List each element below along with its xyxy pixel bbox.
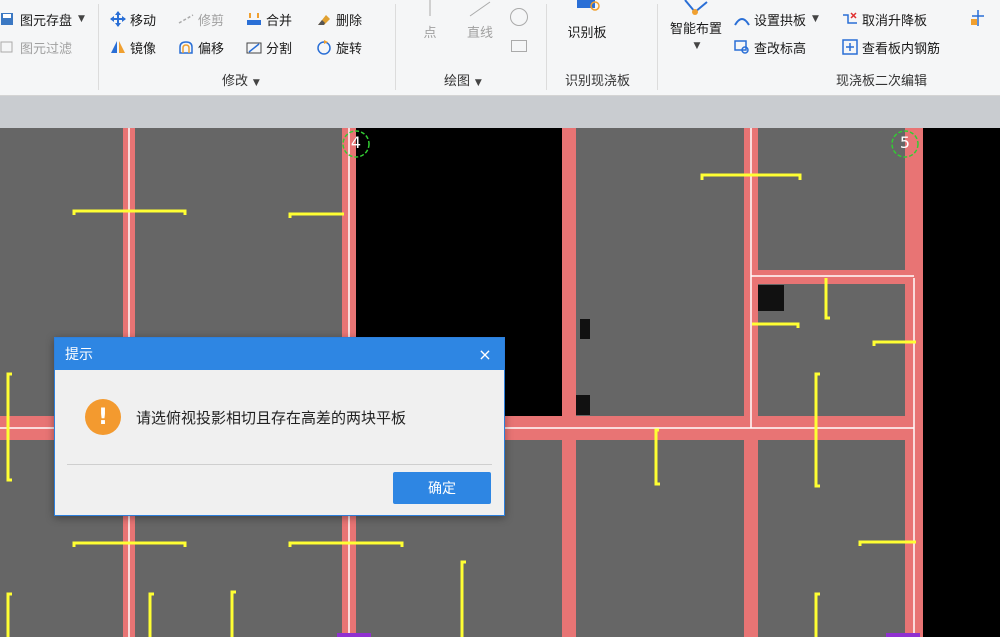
point-button[interactable]: 点 xyxy=(416,0,444,41)
trim-label: 修剪 xyxy=(198,13,225,29)
chevron-down-icon: ▼ xyxy=(693,41,701,51)
rotate-label: 旋转 xyxy=(336,41,363,57)
save-icon xyxy=(0,11,16,27)
delete-label: 删除 xyxy=(336,13,363,29)
chevron-down-icon: ▼ xyxy=(250,78,260,88)
rectangle-tool-icon[interactable] xyxy=(511,40,527,52)
line-button[interactable]: 直线 xyxy=(460,0,500,41)
column xyxy=(580,319,590,339)
rebar-view-icon xyxy=(842,39,858,55)
dialog-divider xyxy=(67,464,492,465)
mirror-label: 镜像 xyxy=(130,41,157,57)
move-button[interactable]: 移动 xyxy=(110,8,156,30)
point-label: 点 xyxy=(423,26,437,41)
filter-element-button[interactable]: 图元过滤 xyxy=(0,36,72,58)
axis-label-5: 5 xyxy=(899,133,911,152)
ribbon-toolbar: 图元存盘 ▼ 图元过滤 移动 镜像 修剪 偏移 合并 分割 删除 旋转 修改 ▼… xyxy=(0,0,1000,96)
merge-button[interactable]: 合并 xyxy=(246,8,292,30)
slab-edit-group: 智能布置 ▼ 设置拱板 ▼ 查改标高 取消升降板 查看板内钢筋 现浇板二次编辑 xyxy=(658,0,1000,96)
view-rebar-label: 查看板内钢筋 xyxy=(862,41,941,57)
offset-button[interactable]: 偏移 xyxy=(178,36,224,58)
offset-icon xyxy=(178,39,194,55)
slab xyxy=(562,128,905,637)
merge-icon xyxy=(246,11,262,27)
line-label: 直线 xyxy=(466,26,493,41)
cancel-lift-slab-button[interactable]: 取消升降板 xyxy=(842,8,927,30)
overflow-tool-icon[interactable] xyxy=(968,8,988,28)
modify-group-title-label: 修改 xyxy=(222,74,249,89)
chevron-down-icon: ▼ xyxy=(472,78,482,88)
move-label: 移动 xyxy=(130,13,157,29)
offset-label: 偏移 xyxy=(198,41,225,57)
cancel-lift-icon xyxy=(842,11,858,27)
draw-group: 点 直线 绘图 ▼ xyxy=(396,0,546,96)
column xyxy=(758,285,784,311)
split-label: 分割 xyxy=(266,41,293,57)
slab-edit-group-title-label: 现浇板二次编辑 xyxy=(836,74,928,89)
split-icon xyxy=(246,39,262,55)
identify-group-title: 识别现浇板 xyxy=(565,70,630,89)
trim-button[interactable]: 修剪 xyxy=(178,8,224,30)
selection-marker xyxy=(886,633,920,637)
selection-marker xyxy=(337,633,371,637)
close-icon[interactable]: × xyxy=(476,345,494,364)
identify-slab-label: 识别板 xyxy=(567,26,607,41)
line-icon xyxy=(469,1,491,17)
view-elevation-button[interactable]: 查改标高 xyxy=(734,36,806,58)
rotate-icon xyxy=(316,39,332,55)
dialog-title-bar[interactable]: 提示 × xyxy=(55,338,504,370)
chevron-down-icon: ▼ xyxy=(78,14,85,24)
warning-icon: ! xyxy=(85,399,121,435)
cancel-lift-slab-label: 取消升降板 xyxy=(862,13,928,29)
column xyxy=(576,395,590,415)
mirror-icon xyxy=(110,39,126,55)
delete-button[interactable]: 删除 xyxy=(316,8,362,30)
trim-icon xyxy=(178,11,194,27)
chevron-down-icon: ▼ xyxy=(812,14,819,24)
modify-group: 图元存盘 ▼ 图元过滤 移动 镜像 修剪 偏移 合并 分割 删除 旋转 修改 ▼ xyxy=(0,0,395,96)
view-tab-strip xyxy=(0,96,1000,128)
store-element-label: 图元存盘 xyxy=(20,13,73,29)
identify-group: 识别板 识别现浇板 xyxy=(547,0,657,96)
eraser-icon xyxy=(316,11,332,27)
point-icon xyxy=(429,0,431,16)
prompt-dialog: 提示 × ! 请选俯视投影相切且存在高差的两块平板 确定 xyxy=(54,337,505,516)
dialog-title: 提示 xyxy=(65,347,93,363)
smart-layout-button[interactable]: 智能布置 ▼ xyxy=(664,0,728,51)
modify-group-title[interactable]: 修改 ▼ xyxy=(222,70,260,89)
slab-edit-group-title: 现浇板二次编辑 xyxy=(836,70,927,89)
mirror-button[interactable]: 镜像 xyxy=(110,36,156,58)
store-element-button[interactable]: 图元存盘 ▼ xyxy=(0,8,85,30)
beam xyxy=(562,128,576,637)
set-arch-slab-button[interactable]: 设置拱板 ▼ xyxy=(734,8,819,30)
divider xyxy=(98,4,99,90)
ok-button[interactable]: 确定 xyxy=(393,472,491,504)
filter-icon xyxy=(0,39,16,55)
smart-layout-label: 智能布置 xyxy=(669,22,722,37)
move-icon xyxy=(110,11,126,27)
identify-group-title-label: 识别现浇板 xyxy=(565,74,631,89)
smart-layout-icon xyxy=(684,0,708,15)
dialog-body: ! 请选俯视投影相切且存在高差的两块平板 xyxy=(55,370,504,464)
view-elevation-label: 查改标高 xyxy=(754,41,807,57)
elevation-icon xyxy=(734,39,750,55)
merge-label: 合并 xyxy=(266,13,293,29)
dialog-message: 请选俯视投影相切且存在高差的两块平板 xyxy=(136,408,407,427)
identify-slab-button[interactable]: 识别板 xyxy=(555,0,619,41)
rotate-button[interactable]: 旋转 xyxy=(316,36,362,58)
filter-element-label: 图元过滤 xyxy=(20,41,73,57)
beam xyxy=(744,270,923,284)
arch-slab-icon xyxy=(734,11,750,27)
identify-slab-icon xyxy=(577,0,600,11)
axis-label-4: 4 xyxy=(350,133,362,152)
set-arch-slab-label: 设置拱板 xyxy=(754,13,807,29)
draw-group-title-label: 绘图 xyxy=(444,74,471,89)
circle-tool-icon[interactable] xyxy=(510,8,528,26)
split-button[interactable]: 分割 xyxy=(246,36,292,58)
draw-group-title[interactable]: 绘图 ▼ xyxy=(444,70,482,89)
view-rebar-button[interactable]: 查看板内钢筋 xyxy=(842,36,940,58)
